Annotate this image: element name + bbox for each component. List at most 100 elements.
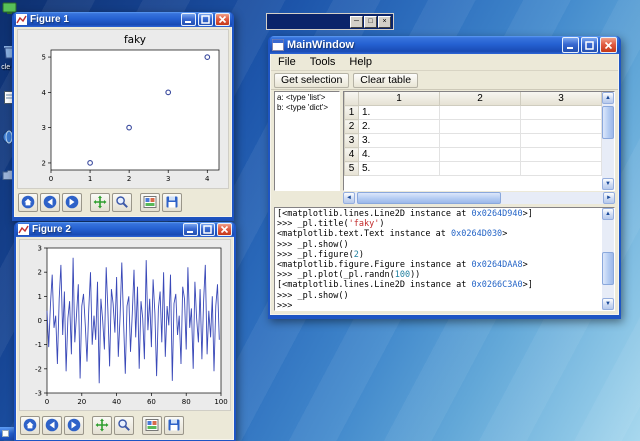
variable-item[interactable]: b: <type 'dict'>: [277, 103, 339, 113]
zoom-button[interactable]: [112, 192, 132, 212]
save-button[interactable]: [162, 192, 182, 212]
forward-button[interactable]: [62, 192, 82, 212]
svg-text:2: 2: [42, 159, 46, 167]
scroll-down-button[interactable]: ▼: [602, 298, 614, 310]
figure1-titlebar[interactable]: Figure 1: [14, 12, 232, 27]
back-button[interactable]: [42, 415, 62, 435]
table-cell[interactable]: [520, 119, 602, 134]
back-icon: [45, 418, 59, 432]
main-window: MainWindow File Tools Help Get selection…: [268, 36, 621, 319]
table-cell[interactable]: [439, 147, 521, 162]
subplots-button[interactable]: [140, 192, 160, 212]
scroll-down-button[interactable]: ▼: [602, 178, 614, 190]
clear-table-button[interactable]: Clear table: [353, 72, 419, 88]
table-cell[interactable]: 5.: [358, 161, 440, 176]
table-cell[interactable]: 1.: [358, 105, 440, 120]
close-button[interactable]: [217, 223, 232, 236]
window-title: Figure 2: [32, 224, 71, 235]
table-cell[interactable]: [439, 161, 521, 176]
table-cell[interactable]: [439, 133, 521, 148]
console-line: >>> _pl.figure(2): [277, 249, 365, 260]
table-panel: 1 2 3 1 1. 2 2. 3 3. 4 4. 5 5. ▲ ▼: [343, 91, 615, 191]
menu-file[interactable]: File: [271, 56, 303, 68]
maximize-button[interactable]: □: [364, 15, 377, 28]
minimize-button[interactable]: ─: [350, 15, 363, 28]
console-text[interactable]: [<matplotlib.lines.Line2D instance at 0x…: [277, 209, 600, 309]
variables-panel[interactable]: a: <type 'list'> b: <type 'dict'>: [274, 91, 340, 191]
table-cell[interactable]: [520, 133, 602, 148]
table-cell[interactable]: 4.: [358, 147, 440, 162]
maximize-button[interactable]: [198, 13, 213, 26]
scrollbar-thumb[interactable]: [602, 252, 614, 285]
console-vscrollbar[interactable]: ▲ ▼: [602, 208, 614, 310]
menu-help[interactable]: Help: [342, 56, 379, 68]
table-cell[interactable]: [439, 105, 521, 120]
pan-button[interactable]: [90, 192, 110, 212]
figure1-canvas[interactable]: 0 1 2 3 4 2 3 4 5 faky: [17, 29, 229, 189]
variable-item[interactable]: a: <type 'list'>: [277, 93, 339, 103]
scroll-right-button[interactable]: ►: [603, 192, 615, 204]
minimize-button[interactable]: [183, 223, 198, 236]
table-cell[interactable]: [520, 161, 602, 176]
table-vscrollbar[interactable]: ▲ ▼: [602, 92, 614, 190]
column-header[interactable]: 2: [439, 92, 521, 106]
column-header[interactable]: 1: [358, 92, 440, 106]
scroll-up-button[interactable]: ▲: [602, 92, 614, 104]
scrollbar-thumb[interactable]: [357, 192, 501, 204]
figure2-titlebar[interactable]: Figure 2: [16, 222, 234, 237]
table-cell[interactable]: [520, 105, 602, 120]
background-window-titlebar[interactable]: ─ □ ×: [266, 13, 394, 30]
row-header[interactable]: 5: [344, 161, 359, 176]
row-header[interactable]: 3: [344, 133, 359, 148]
console-line: <matplotlib.figure.Figure instance at 0x…: [277, 260, 528, 271]
app-icon: [272, 39, 284, 51]
svg-text:5: 5: [42, 54, 46, 62]
back-button[interactable]: [40, 192, 60, 212]
row-header[interactable]: 4: [344, 147, 359, 162]
svg-text:3: 3: [42, 124, 46, 132]
subplots-button[interactable]: [142, 415, 162, 435]
forward-button[interactable]: [64, 415, 84, 435]
home-button[interactable]: [20, 415, 40, 435]
figure1-window: Figure 1 0 1 2 3 4 2 3 4 5 faky: [12, 12, 234, 221]
zoom-icon: [115, 195, 129, 209]
figure2-window: Figure 2 0 20 40 60 80 100 -3 -2 -1 0 1 2 3: [14, 222, 236, 441]
save-button[interactable]: [164, 415, 184, 435]
table-cell[interactable]: 2.: [358, 119, 440, 134]
table-hscrollbar[interactable]: ◄ ►: [343, 192, 615, 204]
row-header[interactable]: 2: [344, 119, 359, 134]
minimize-button[interactable]: [181, 13, 196, 26]
table-cell[interactable]: 3.: [358, 133, 440, 148]
scroll-left-button[interactable]: ◄: [343, 192, 355, 204]
get-selection-button[interactable]: Get selection: [274, 72, 350, 88]
row-header[interactable]: 1: [344, 105, 359, 120]
maximize-button[interactable]: [200, 223, 215, 236]
table-cell[interactable]: [520, 147, 602, 162]
subplots-icon: [143, 195, 157, 209]
close-button[interactable]: [600, 37, 617, 53]
svg-text:40: 40: [112, 398, 121, 406]
menu-tools[interactable]: Tools: [303, 56, 343, 68]
column-header[interactable]: 3: [520, 92, 602, 106]
home-button[interactable]: [18, 192, 38, 212]
zoom-button[interactable]: [114, 415, 134, 435]
main-window-body: File Tools Help Get selection Clear tabl…: [270, 54, 619, 315]
main-content: a: <type 'list'> b: <type 'dict'> 1 2 3 1 1.…: [271, 89, 618, 314]
close-button[interactable]: ×: [378, 15, 391, 28]
console-line: >>> _pl.show(): [277, 290, 349, 301]
data-table[interactable]: 1 2 3 1 1. 2 2. 3 3. 4 4. 5 5.: [344, 92, 602, 190]
table-cell[interactable]: [439, 119, 521, 134]
svg-text:4: 4: [205, 175, 210, 183]
figure1-chart: 0 1 2 3 4 2 3 4 5 faky: [42, 34, 220, 183]
pan-button[interactable]: [92, 415, 112, 435]
scrollbar-thumb[interactable]: [602, 106, 614, 140]
svg-text:2: 2: [38, 269, 42, 277]
scroll-up-button[interactable]: ▲: [602, 208, 614, 220]
close-button[interactable]: [215, 13, 230, 26]
minimize-button[interactable]: [562, 37, 579, 53]
figure2-canvas[interactable]: 0 20 40 60 80 100 -3 -2 -1 0 1 2 3: [19, 239, 231, 411]
main-window-titlebar[interactable]: MainWindow: [270, 36, 619, 54]
svg-text:20: 20: [77, 398, 86, 406]
maximize-button[interactable]: [581, 37, 598, 53]
subplots-icon: [145, 418, 159, 432]
